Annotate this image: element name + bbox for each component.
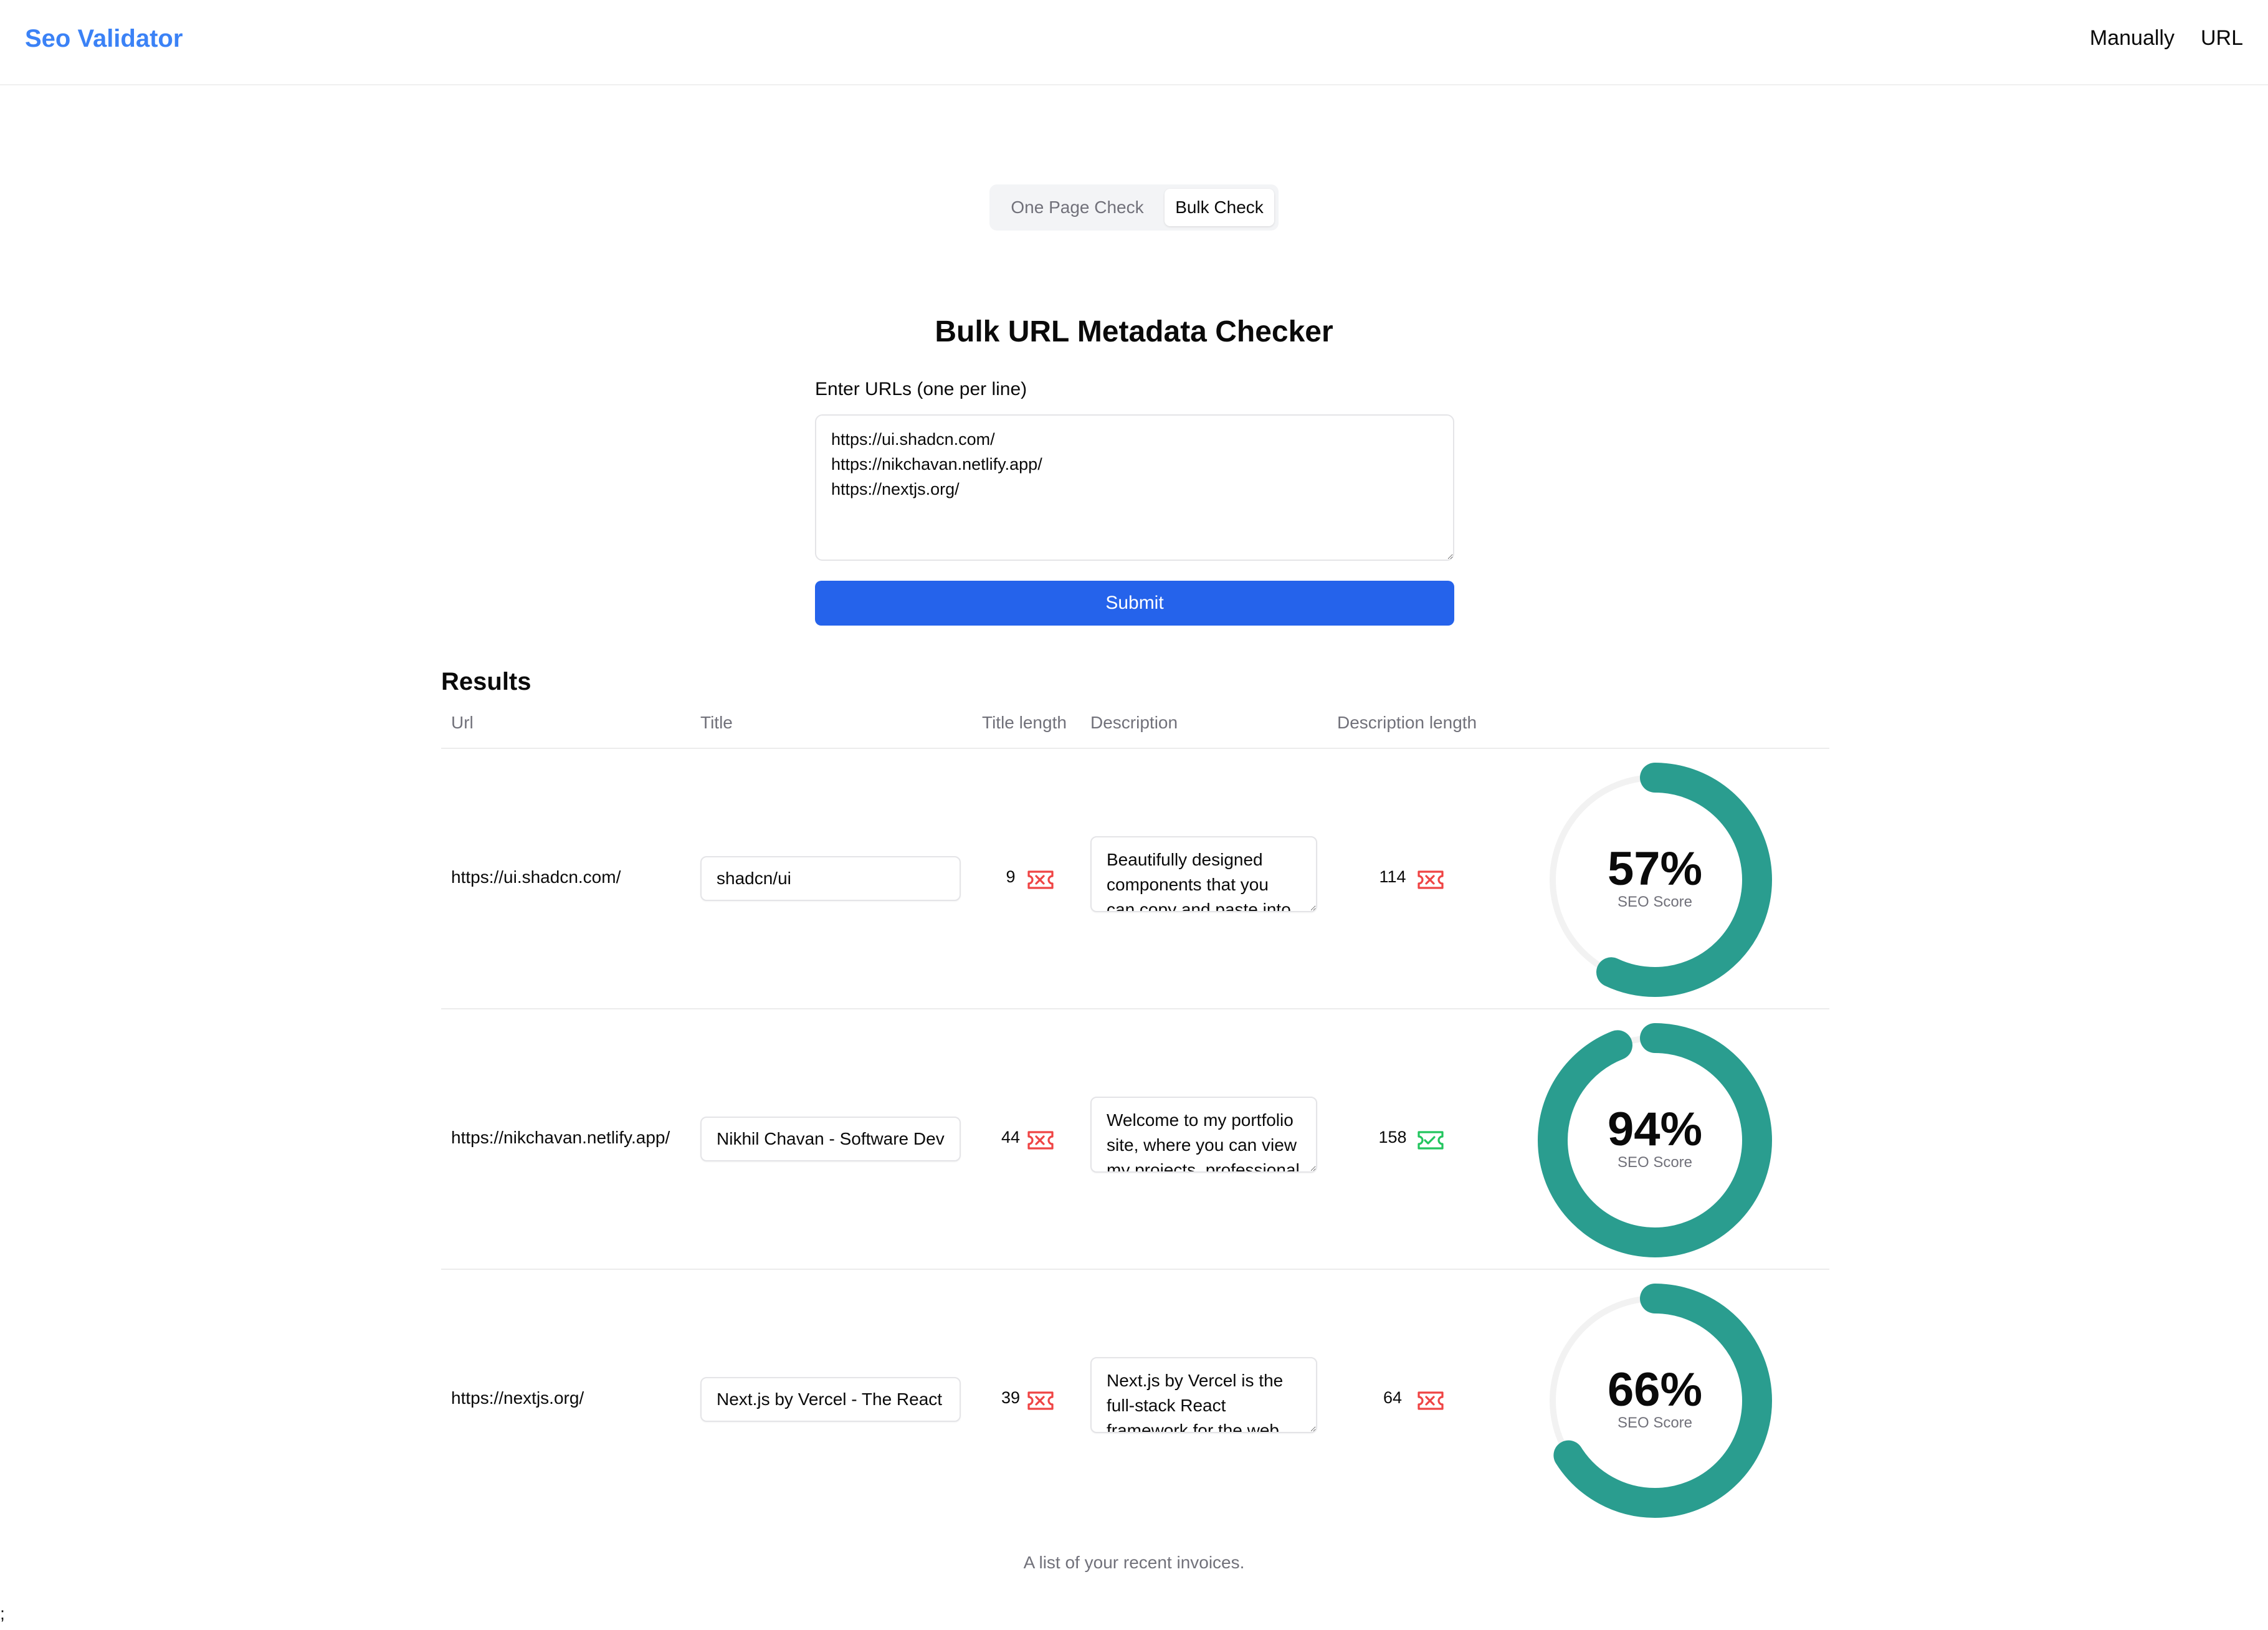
table-row: https://nikchavan.netlify.app/ 44 Welcom… — [441, 1009, 1829, 1270]
title-input[interactable] — [700, 856, 961, 901]
column-header-title-length: Title length — [982, 713, 1067, 732]
seo-score-label: SEO Score — [1617, 894, 1693, 910]
column-header-description: Description — [1090, 713, 1178, 732]
seo-score-value: 66% — [1607, 1363, 1703, 1416]
stray-text: ; — [0, 1604, 5, 1623]
description-length-value: 158 — [1378, 1128, 1407, 1146]
page-title: Bulk URL Metadata Checker — [935, 315, 1333, 348]
column-header-title: Title — [700, 713, 733, 732]
ticket-check-icon — [1416, 1129, 1446, 1151]
check-mode-tabs: One Page Check Bulk Check — [989, 184, 1279, 231]
table-row: https://nextjs.org/ 39 Next.js by Vercel… — [441, 1270, 1829, 1530]
seo-score-gauge: 94% SEO Score — [1537, 1022, 1773, 1259]
results-table: Url Title Title length Description Descr… — [441, 704, 1829, 1530]
title-input[interactable] — [700, 1117, 961, 1161]
submit-button[interactable]: Submit — [815, 581, 1454, 626]
description-textarea[interactable]: Beautifully designed components that you… — [1090, 836, 1317, 912]
table-body: https://ui.shadcn.com/ 9 Beautifully des… — [441, 749, 1829, 1530]
ticket-x-icon — [1416, 869, 1446, 891]
description-length-value: 114 — [1379, 867, 1406, 886]
seo-score-gauge: 57% SEO Score — [1537, 761, 1773, 998]
ticket-x-icon — [1026, 869, 1055, 891]
title-input[interactable] — [700, 1377, 961, 1422]
top-navbar: Seo Validator Manually URL — [0, 0, 2268, 85]
urls-label: Enter URLs (one per line) — [815, 379, 1027, 399]
table-caption: A list of your recent invoices. — [1023, 1553, 1245, 1572]
row-url: https://nikchavan.netlify.app/ — [451, 1128, 670, 1147]
title-length-value: 9 — [1006, 867, 1016, 886]
seo-score-label: SEO Score — [1617, 1154, 1693, 1171]
nav-link-manually[interactable]: Manually — [2090, 26, 2175, 50]
description-textarea[interactable]: Next.js by Vercel is the full-stack Reac… — [1090, 1357, 1317, 1433]
table-row: https://ui.shadcn.com/ 9 Beautifully des… — [441, 749, 1829, 1009]
seo-score-gauge: 66% SEO Score — [1537, 1282, 1773, 1519]
column-header-url: Url — [451, 713, 474, 732]
column-header-description-length: Description length — [1337, 713, 1477, 732]
nav-link-url[interactable]: URL — [2201, 26, 2243, 50]
row-url: https://ui.shadcn.com/ — [451, 867, 621, 887]
ticket-x-icon — [1416, 1389, 1446, 1412]
results-title: Results — [441, 668, 531, 695]
seo-score-value: 94% — [1607, 1103, 1703, 1156]
table-header: Url Title Title length Description Descr… — [441, 704, 1829, 749]
title-length-value: 44 — [1001, 1128, 1021, 1146]
seo-score-label: SEO Score — [1617, 1414, 1693, 1431]
title-length-value: 39 — [1001, 1388, 1021, 1407]
description-textarea[interactable]: Welcome to my portfolio site, where you … — [1090, 1097, 1317, 1173]
row-url: https://nextjs.org/ — [451, 1388, 584, 1408]
ticket-x-icon — [1026, 1389, 1055, 1412]
tab-bulk-check[interactable]: Bulk Check — [1165, 189, 1274, 226]
urls-textarea[interactable]: https://ui.shadcn.com/ https://nikchavan… — [815, 414, 1454, 561]
seo-score-value: 57% — [1607, 842, 1703, 895]
brand-logo-link[interactable]: Seo Validator — [25, 25, 183, 53]
top-nav: Manually URL — [2090, 26, 2243, 50]
tab-one-page-check[interactable]: One Page Check — [994, 189, 1161, 226]
description-length-value: 64 — [1383, 1388, 1403, 1407]
ticket-x-icon — [1026, 1129, 1055, 1151]
